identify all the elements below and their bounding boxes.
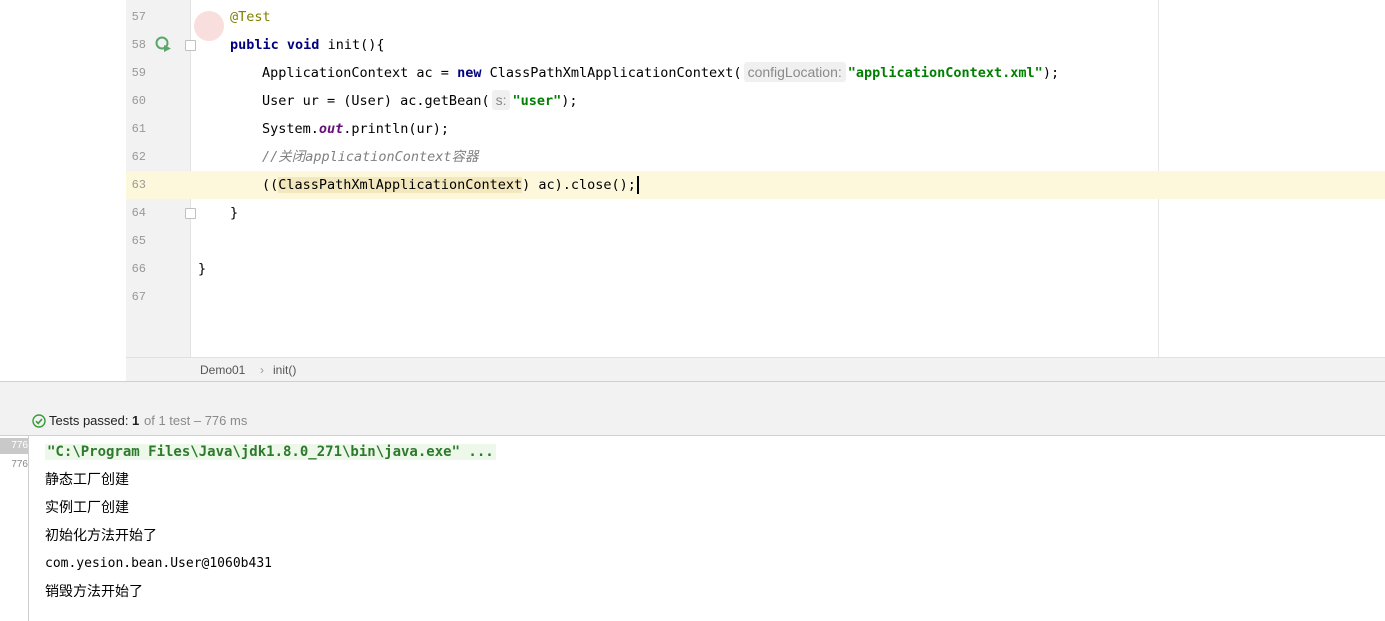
line-number: 60 bbox=[131, 94, 146, 108]
code-line-66[interactable]: 66 } bbox=[126, 255, 1385, 283]
test-duration[interactable]: 776 ms bbox=[0, 457, 28, 473]
code-line-59[interactable]: 59 ApplicationContext ac = new ClassPath… bbox=[126, 59, 1385, 87]
code-text: User ur = (User) ac.getBean( bbox=[262, 93, 490, 109]
parameter-hint: configLocation: bbox=[743, 62, 846, 82]
code-text: ); bbox=[561, 93, 578, 109]
tests-detail: of 1 test – 776 ms bbox=[144, 413, 248, 428]
code-text: ClassPathXmlApplicationContext( bbox=[481, 65, 742, 81]
code-line-57[interactable]: 57 @Test bbox=[126, 3, 1385, 31]
code-line-61[interactable]: 61 System.out.println(ur); bbox=[126, 115, 1385, 143]
project-panel-strip bbox=[0, 0, 127, 381]
keyword-public: public bbox=[230, 37, 279, 53]
static-field: out bbox=[318, 121, 344, 137]
method-signature: init(){ bbox=[319, 37, 385, 53]
code-line-63[interactable]: 63 ((ClassPathXmlApplicationContext) ac)… bbox=[126, 171, 1385, 199]
console-line: 实例工厂创建 bbox=[45, 500, 129, 516]
string-literal: "applicationContext.xml" bbox=[847, 65, 1043, 81]
breadcrumb-class[interactable]: Demo01 bbox=[200, 358, 245, 382]
java-command-line[interactable]: "C:\Program Files\Java\jdk1.8.0_271\bin\… bbox=[45, 444, 496, 460]
code-line-60[interactable]: 60 User ur = (User) ac.getBean(s: "user")… bbox=[126, 87, 1385, 115]
parameter-hint: s: bbox=[491, 90, 511, 110]
console-line: 初始化方法开始了 bbox=[45, 528, 157, 544]
check-circle-icon bbox=[32, 414, 46, 428]
keyword-void: void bbox=[286, 37, 320, 53]
code-text: } bbox=[230, 205, 239, 221]
line-number: 58 bbox=[131, 38, 146, 52]
line-number: 61 bbox=[131, 122, 146, 136]
tests-passed-count: 1 bbox=[132, 413, 140, 428]
code-text: .println(ur); bbox=[343, 121, 449, 137]
code-text: ApplicationContext ac = bbox=[262, 65, 458, 81]
text-caret bbox=[636, 176, 639, 194]
string-literal: "user" bbox=[512, 93, 562, 109]
code-text: (( bbox=[262, 177, 279, 193]
run-test-icon[interactable] bbox=[154, 35, 172, 53]
code-editor[interactable]: 57 @Test 58 public void init(){ 59 Appli… bbox=[126, 0, 1385, 357]
line-number: 62 bbox=[131, 150, 146, 164]
redundant-cast-highlight: ClassPathXmlApplicationContext bbox=[278, 177, 523, 193]
code-line-62[interactable]: 62 //关闭applicationContext容器 bbox=[126, 143, 1385, 171]
line-number: 59 bbox=[131, 66, 146, 80]
line-number: 66 bbox=[131, 262, 146, 276]
code-text: ); bbox=[1042, 65, 1060, 81]
code-line-58[interactable]: 58 public void init(){ bbox=[126, 31, 1385, 59]
line-number: 65 bbox=[131, 234, 146, 248]
line-number: 57 bbox=[131, 10, 146, 24]
breadcrumb-method[interactable]: init() bbox=[273, 358, 296, 382]
tests-passed-label: Tests passed: bbox=[49, 413, 129, 428]
fold-marker-icon[interactable] bbox=[185, 208, 196, 219]
console-output[interactable]: "C:\Program Files\Java\jdk1.8.0_271\bin\… bbox=[29, 436, 1385, 621]
line-number: 63 bbox=[131, 178, 146, 192]
code-text: ) ac).close(); bbox=[522, 177, 636, 193]
console-line: 静态工厂创建 bbox=[45, 472, 129, 488]
code-text: } bbox=[198, 261, 207, 277]
run-toolbar bbox=[0, 381, 1385, 409]
keyword-new: new bbox=[457, 65, 482, 81]
code-line-65[interactable]: 65 bbox=[126, 227, 1385, 255]
code-comment: //关闭applicationContext容器 bbox=[262, 149, 479, 165]
test-status-bar: Tests passed: 1 of 1 test – 776 ms bbox=[0, 407, 1385, 436]
breadcrumb: Demo01 › init() bbox=[126, 357, 1385, 382]
code-line-64[interactable]: 64 } bbox=[126, 199, 1385, 227]
breadcrumb-separator: › bbox=[260, 363, 264, 377]
test-duration[interactable]: 776 ms bbox=[0, 438, 28, 454]
annotation-text: @Test bbox=[230, 9, 271, 25]
console-line: 销毁方法开始了 bbox=[45, 584, 143, 600]
fold-marker-icon[interactable] bbox=[185, 40, 196, 51]
console-line: com.yesion.bean.User@1060b431 bbox=[45, 556, 272, 571]
line-number: 64 bbox=[131, 206, 146, 220]
line-number: 67 bbox=[131, 290, 146, 304]
code-line-67[interactable]: 67 bbox=[126, 283, 1385, 311]
code-text: System. bbox=[262, 121, 319, 137]
test-tree-panel[interactable]: 776 ms 776 ms bbox=[0, 436, 29, 621]
